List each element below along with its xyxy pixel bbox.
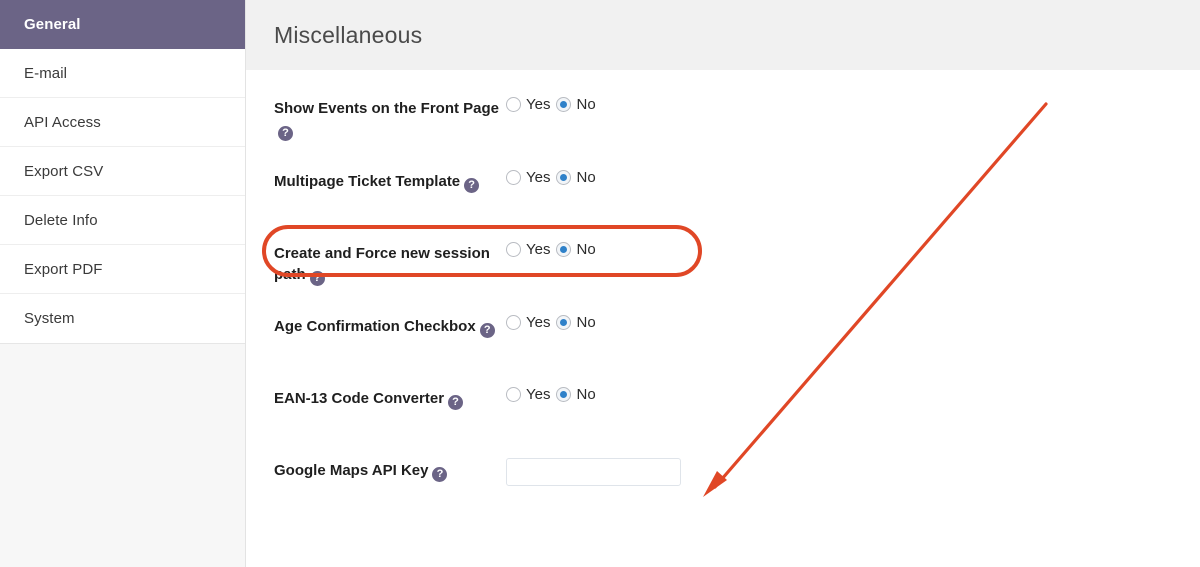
radio-circle-icon xyxy=(556,315,572,330)
setting-control xyxy=(506,454,681,486)
setting-control: Yes No xyxy=(506,92,602,113)
sidebar-item-export-csv[interactable]: Export CSV xyxy=(0,147,245,196)
radio-circle-icon xyxy=(506,242,521,257)
radio-label: Yes xyxy=(526,314,551,331)
setting-label-text: Show Events on the Front Page xyxy=(274,100,500,117)
sidebar-item-label: System xyxy=(24,310,75,327)
sidebar-item-label: General xyxy=(24,15,81,33)
setting-control: Yes No xyxy=(506,165,602,186)
radio-label: No xyxy=(576,96,596,113)
help-icon[interactable]: ? xyxy=(479,323,495,338)
radio-circle-icon xyxy=(556,97,572,112)
settings-sidebar: General E-mail API Access Export CSV Del… xyxy=(0,0,246,567)
help-icon[interactable]: ? xyxy=(432,467,448,482)
settings-page: General E-mail API Access Export CSV Del… xyxy=(0,0,1200,567)
sidebar-nav: General E-mail API Access Export CSV Del… xyxy=(0,0,245,344)
radio-circle-icon xyxy=(556,170,572,185)
setting-row-show-events: Show Events on the Front Page? Yes No xyxy=(246,92,1200,141)
radio-label: Yes xyxy=(526,169,551,186)
radio-option-yes[interactable]: Yes xyxy=(506,314,550,331)
setting-label-text: Multipage Ticket Template xyxy=(274,173,461,190)
radio-label: Yes xyxy=(526,386,551,403)
google-maps-api-key-input[interactable] xyxy=(506,458,681,486)
radio-circle-icon xyxy=(506,97,521,112)
radio-label: No xyxy=(576,241,596,258)
help-icon[interactable]: ? xyxy=(309,271,325,286)
sidebar-item-email[interactable]: E-mail xyxy=(0,49,245,98)
help-icon[interactable]: ? xyxy=(448,395,464,410)
radio-label: Yes xyxy=(526,96,551,113)
setting-row-create-force-new-session-path: Create and Force new session path? Yes N… xyxy=(246,237,1200,286)
radio-label: No xyxy=(576,314,596,331)
radio-option-no[interactable]: No xyxy=(556,386,596,403)
panel-header: Miscellaneous xyxy=(246,0,1200,70)
sidebar-item-system[interactable]: System xyxy=(0,294,245,343)
radio-option-no[interactable]: No xyxy=(556,96,596,113)
radio-circle-icon xyxy=(506,387,521,402)
radio-group-age-confirmation-checkbox: Yes No xyxy=(506,314,602,331)
radio-label: No xyxy=(576,386,596,403)
radio-circle-icon xyxy=(506,315,521,330)
radio-group-multipage-ticket-template: Yes No xyxy=(506,169,602,186)
setting-control: Yes No xyxy=(506,382,602,403)
radio-circle-icon xyxy=(506,170,521,185)
radio-circle-icon xyxy=(556,387,572,402)
radio-circle-icon xyxy=(556,242,572,257)
setting-row-age-confirmation-checkbox: Age Confirmation Checkbox? Yes No xyxy=(246,310,1200,358)
sidebar-item-label: Export CSV xyxy=(24,162,104,180)
page-title: Miscellaneous xyxy=(274,21,423,48)
radio-label: No xyxy=(576,169,596,186)
setting-label: Show Events on the Front Page? xyxy=(274,92,506,141)
setting-label: Age Confirmation Checkbox? xyxy=(274,310,506,338)
radio-option-no[interactable]: No xyxy=(556,314,596,331)
settings-main-panel: Miscellaneous Show Events on the Front P… xyxy=(246,0,1200,567)
setting-label-text: Google Maps API Key xyxy=(274,462,429,479)
radio-option-no[interactable]: No xyxy=(556,169,596,186)
setting-label: EAN-13 Code Converter? xyxy=(274,382,506,410)
setting-label: Google Maps API Key? xyxy=(274,454,506,482)
radio-group-ean13-code-converter: Yes No xyxy=(506,386,602,403)
sidebar-item-label: Export PDF xyxy=(24,260,103,278)
sidebar-item-delete-info[interactable]: Delete Info xyxy=(0,196,245,245)
help-icon[interactable]: ? xyxy=(278,126,293,141)
setting-row-ean13-code-converter: EAN-13 Code Converter? Yes No xyxy=(246,382,1200,430)
setting-label-text: EAN-13 Code Converter xyxy=(274,390,445,407)
sidebar-item-label: E-mail xyxy=(24,64,68,82)
radio-label: Yes xyxy=(526,241,551,258)
help-icon[interactable]: ? xyxy=(464,178,480,193)
setting-label: Create and Force new session path? xyxy=(274,237,506,286)
radio-option-yes[interactable]: Yes xyxy=(506,386,550,403)
radio-option-yes[interactable]: Yes xyxy=(506,169,550,186)
radio-option-yes[interactable]: Yes xyxy=(506,96,550,113)
setting-label: Multipage Ticket Template? xyxy=(274,165,506,193)
setting-label-text: Age Confirmation Checkbox xyxy=(274,318,476,335)
setting-row-multipage-ticket-template: Multipage Ticket Template? Yes No xyxy=(246,165,1200,213)
radio-option-no[interactable]: No xyxy=(556,241,596,258)
radio-option-yes[interactable]: Yes xyxy=(506,241,550,258)
sidebar-item-export-pdf[interactable]: Export PDF xyxy=(0,245,245,294)
sidebar-item-label: API Access xyxy=(24,113,101,131)
setting-label-text: Create and Force new session path xyxy=(274,245,490,283)
sidebar-item-api-access[interactable]: API Access xyxy=(0,98,245,147)
setting-row-google-maps-api-key: Google Maps API Key? xyxy=(246,454,1200,502)
setting-control: Yes No xyxy=(506,237,602,258)
radio-group-create-force-new-session-path: Yes No xyxy=(506,241,602,258)
sidebar-item-general[interactable]: General xyxy=(0,0,245,49)
settings-form: Show Events on the Front Page? Yes No Mu… xyxy=(246,70,1200,502)
setting-control: Yes No xyxy=(506,310,602,331)
sidebar-item-label: Delete Info xyxy=(24,211,98,229)
radio-group-show-events: Yes No xyxy=(506,96,602,113)
